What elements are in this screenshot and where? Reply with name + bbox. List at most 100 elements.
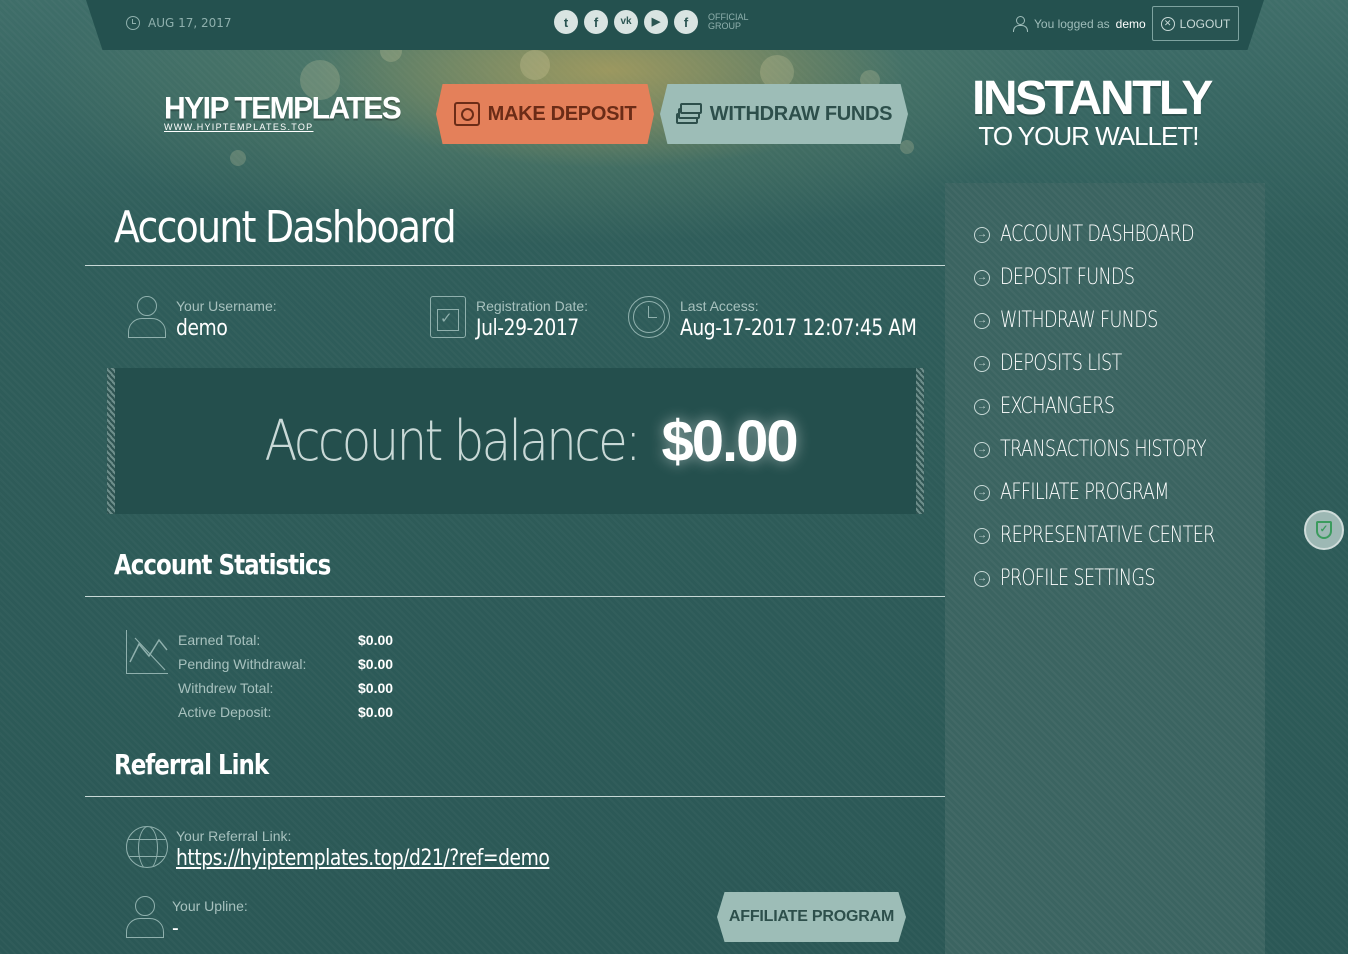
sidebar-item-deposits-list[interactable]: → DEPOSITS LIST xyxy=(974,342,1268,385)
social-links: t f vk ▶ f OFFICIAL GROUP xyxy=(554,10,758,34)
page-title: Account Dashboard xyxy=(114,202,457,253)
stat-label: Withdrew Total: xyxy=(178,680,274,696)
stat-label: Earned Total: xyxy=(178,632,261,648)
stat-value: $0.00 xyxy=(358,632,394,648)
affiliate-program-button[interactable]: AFFILIATE PROGRAM xyxy=(717,892,906,942)
logged-prefix: You logged as xyxy=(1034,17,1110,31)
stat-value: $0.00 xyxy=(358,704,394,720)
registration-value: Jul-29-2017 xyxy=(476,316,579,341)
last-access-info: Last Access: Aug-17-2017 12:07:45 AM xyxy=(628,296,958,341)
registration-label: Registration Date: xyxy=(476,298,589,314)
security-shield-button[interactable]: ✓ xyxy=(1304,510,1344,550)
title-divider xyxy=(85,265,945,266)
facebook-group-icon[interactable]: f xyxy=(674,10,698,34)
safe-icon xyxy=(453,102,480,126)
account-balance-panel: Account balance: $0.00 xyxy=(107,368,924,514)
globe-icon xyxy=(126,826,168,868)
statistics-title: Account Statistics xyxy=(114,548,331,581)
clock-icon xyxy=(628,296,670,338)
arrow-right-icon: → xyxy=(974,269,990,286)
logo-main-text: HYIP TEMPLATES xyxy=(164,91,402,126)
sidebar-item-representative-center[interactable]: → REPRESENTATIVE CENTER xyxy=(974,514,1268,557)
shield-icon: ✓ xyxy=(1316,521,1332,539)
sidebar-item-label: REPRESENTATIVE CENTER xyxy=(1000,523,1215,548)
user-icon xyxy=(128,296,166,338)
logout-label: LOGOUT xyxy=(1179,16,1231,31)
sidebar-item-label: EXCHANGERS xyxy=(1000,394,1115,419)
sidebar-item-label: TRANSACTIONS HISTORY xyxy=(1000,437,1207,462)
vk-icon[interactable]: vk xyxy=(614,10,638,34)
facebook-icon[interactable]: f xyxy=(584,10,608,34)
stat-value: $0.00 xyxy=(358,680,394,696)
arrow-right-icon: → xyxy=(974,398,990,415)
sidebar-item-transactions-history[interactable]: → TRANSACTIONS HISTORY xyxy=(974,428,1268,471)
cash-stack-icon xyxy=(675,103,702,125)
stat-label: Active Deposit: xyxy=(178,704,272,720)
withdraw-funds-label: WITHDRAW FUNDS xyxy=(709,102,893,125)
upline-info: Your Upline: - xyxy=(126,896,248,941)
logged-in-status: You logged as demo xyxy=(1012,16,1146,32)
stat-row: Withdrew Total: $0.00 xyxy=(178,676,393,700)
arrow-right-icon: → xyxy=(974,527,990,544)
sidebar-item-affiliate-program[interactable]: → AFFILIATE PROGRAM xyxy=(974,471,1268,514)
account-statistics: Earned Total: $0.00 Pending Withdrawal: … xyxy=(126,628,393,724)
username-value: demo xyxy=(176,316,228,341)
arrow-right-icon: → xyxy=(974,312,990,329)
sidebar-menu: → ACCOUNT DASHBOARD → DEPOSIT FUNDS → WI… xyxy=(974,213,1268,600)
make-deposit-label: MAKE DEPOSIT xyxy=(487,102,637,125)
arrow-right-icon: → xyxy=(974,570,990,587)
current-date: AUG 17, 2017 xyxy=(126,16,232,30)
promo-line1: INSTANTLY xyxy=(972,72,1213,125)
sidebar-item-label: DEPOSIT FUNDS xyxy=(1000,265,1135,290)
username-info: Your Username: demo xyxy=(128,296,277,341)
twitter-icon[interactable]: t xyxy=(554,10,578,34)
sidebar-item-account-dashboard[interactable]: → ACCOUNT DASHBOARD xyxy=(974,213,1268,256)
balance-label: Account balance: xyxy=(264,408,642,474)
stat-value: $0.00 xyxy=(358,656,394,672)
stat-row: Pending Withdrawal: $0.00 xyxy=(178,652,393,676)
promo-line2: TO YOUR WALLET! xyxy=(978,121,1199,151)
sidebar-item-label: DEPOSITS LIST xyxy=(1000,351,1122,376)
make-deposit-button[interactable]: MAKE DEPOSIT xyxy=(436,84,654,144)
logged-username: demo xyxy=(1115,17,1146,31)
arrow-right-icon: → xyxy=(974,226,990,243)
sidebar-item-profile-settings[interactable]: → PROFILE SETTINGS xyxy=(974,557,1268,600)
logout-button[interactable]: ✕ LOGOUT xyxy=(1152,6,1239,41)
referral-divider xyxy=(85,796,945,797)
arrow-right-icon: → xyxy=(974,484,990,501)
official-group-label: OFFICIAL GROUP xyxy=(708,13,758,31)
last-access-label: Last Access: xyxy=(680,298,759,314)
stat-row: Active Deposit: $0.00 xyxy=(178,700,393,724)
promo-banner: INSTANTLY TO YOUR WALLET! xyxy=(972,72,1213,150)
sidebar-item-exchangers[interactable]: → EXCHANGERS xyxy=(974,385,1268,428)
stats-list: Earned Total: $0.00 Pending Withdrawal: … xyxy=(178,628,393,724)
youtube-icon[interactable]: ▶ xyxy=(644,10,668,34)
sidebar-item-label: WITHDRAW FUNDS xyxy=(1000,308,1158,333)
user-icon xyxy=(126,896,164,938)
site-logo[interactable]: HYIP TEMPLATES WWW.HYIPTEMPLATES.TOP xyxy=(164,91,402,132)
sidebar-item-deposit-funds[interactable]: → DEPOSIT FUNDS xyxy=(974,256,1268,299)
chart-icon xyxy=(126,630,168,674)
date-text: AUG 17, 2017 xyxy=(148,16,232,30)
referral-link[interactable]: https://hyiptemplates.top/d21/?ref=demo xyxy=(176,846,550,871)
statistics-divider xyxy=(85,596,945,597)
sidebar-item-withdraw-funds[interactable]: → WITHDRAW FUNDS xyxy=(974,299,1268,342)
arrow-right-icon: → xyxy=(974,441,990,458)
stat-row: Earned Total: $0.00 xyxy=(178,628,393,652)
username-label: Your Username: xyxy=(176,298,277,314)
withdraw-funds-button[interactable]: WITHDRAW FUNDS xyxy=(660,84,908,144)
last-access-value: Aug-17-2017 12:07:45 AM xyxy=(680,316,917,341)
referral-title: Referral Link xyxy=(114,748,269,781)
user-icon xyxy=(1012,16,1028,32)
registration-info: Registration Date: Jul-29-2017 xyxy=(430,296,597,341)
upline-value: - xyxy=(172,916,179,941)
close-icon: ✕ xyxy=(1160,16,1175,31)
calendar-icon xyxy=(430,296,466,338)
sidebar-item-label: ACCOUNT DASHBOARD xyxy=(1000,222,1195,247)
official-group-line2: GROUP xyxy=(708,21,742,31)
upline-label: Your Upline: xyxy=(172,898,248,914)
clock-icon xyxy=(126,16,140,30)
sidebar-item-label: PROFILE SETTINGS xyxy=(1000,566,1156,591)
referral-link-info: Your Referral Link: https://hyiptemplate… xyxy=(126,826,615,871)
stat-label: Pending Withdrawal: xyxy=(178,656,307,672)
